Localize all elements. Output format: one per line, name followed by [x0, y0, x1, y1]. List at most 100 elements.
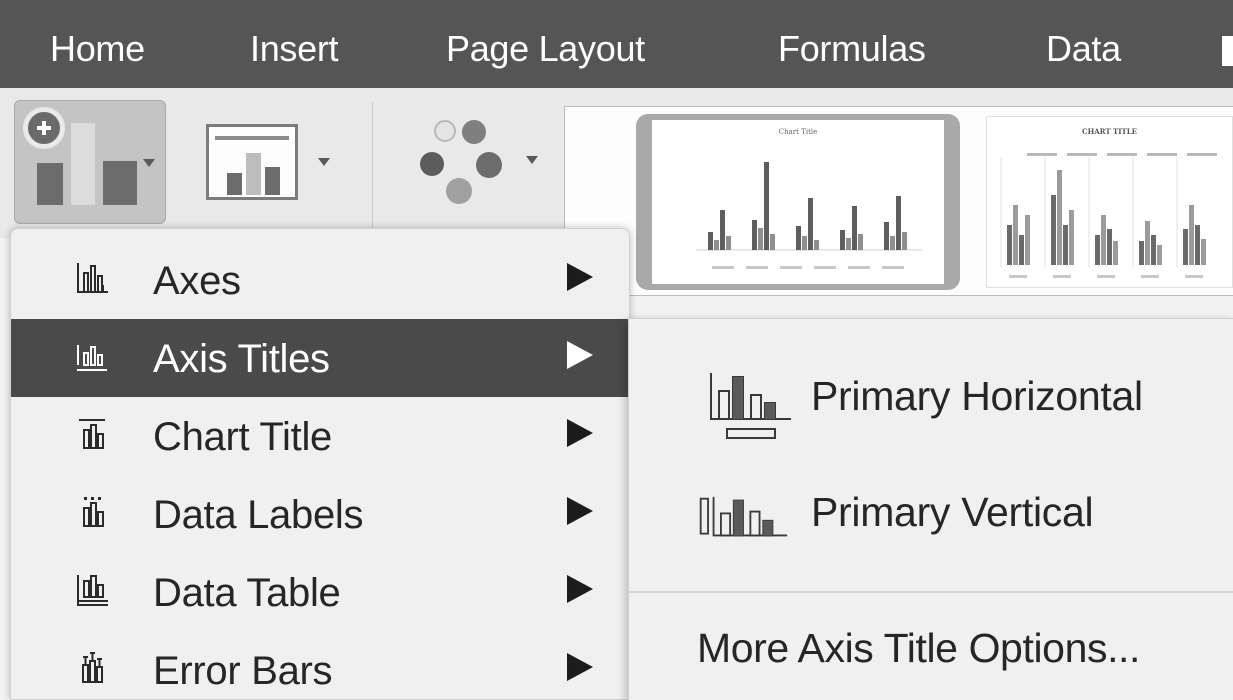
- menu-item-label: Error Bars: [153, 649, 333, 693]
- thumbnail-bar: [1157, 245, 1162, 265]
- thumbnail-bar: [1183, 229, 1188, 265]
- thumbnail-bar: [758, 228, 763, 250]
- tab-home[interactable]: Home: [50, 28, 145, 70]
- change-colors-button[interactable]: [410, 112, 550, 212]
- more-axis-title-options-button[interactable]: More Axis Title Options...: [629, 615, 1233, 685]
- quick-layout-button[interactable]: [206, 124, 298, 200]
- change-colors-icon: [434, 120, 456, 142]
- thumbnail-bar: [708, 232, 713, 250]
- thumbnail-axis-label: [1053, 275, 1071, 278]
- menu-item-label: Data Table: [153, 571, 341, 615]
- thumbnail-bar: [890, 236, 895, 250]
- thumbnail-bar: [1145, 221, 1150, 265]
- thumbnail-bar: [902, 232, 907, 250]
- thumbnail-bar: [796, 226, 801, 250]
- tab-insert[interactable]: Insert: [250, 28, 339, 70]
- thumbnail-axis-label: [1097, 275, 1115, 278]
- thumbnail-bar: [858, 234, 863, 250]
- thumbnail-bar: [846, 238, 851, 250]
- thumbnail-bar: [802, 236, 807, 250]
- tab-next-partial[interactable]: [1222, 36, 1233, 66]
- submenu-arrow-icon: [567, 419, 593, 447]
- submenu-item-label: Primary Vertical: [811, 489, 1094, 535]
- axes-icon: [77, 263, 108, 293]
- menu-item-label: Chart Title: [153, 415, 332, 459]
- submenu-item-primary-horizontal[interactable]: Primary Horizontal: [629, 349, 1233, 449]
- add-chart-element-button[interactable]: [14, 100, 166, 224]
- thumbnail-bar: [1195, 225, 1200, 265]
- thumbnail-bar: [1107, 229, 1112, 265]
- thumbnail-bar: [1101, 215, 1106, 265]
- thumbnail-bar: [714, 240, 719, 250]
- thumbnail-bar: [726, 236, 731, 250]
- submenu-divider: [629, 591, 1233, 593]
- ribbon-divider: [372, 102, 373, 228]
- thumbnail-bar: [1201, 239, 1206, 265]
- thumbnail-axis-label: [1009, 275, 1027, 278]
- menu-item-error-bars[interactable]: Error Bars: [11, 631, 629, 700]
- thumbnail-bar: [1063, 225, 1068, 265]
- thumbnail-bar: [764, 162, 769, 250]
- thumbnail-bar: [1151, 235, 1156, 265]
- tab-data[interactable]: Data: [1046, 28, 1121, 70]
- thumbnail-bar: [1139, 241, 1144, 265]
- axis-titles-submenu: Primary Horizontal Primary Vertical More…: [628, 318, 1233, 700]
- data-table-icon: [77, 575, 108, 606]
- chart-style-thumbnail-preview: [1000, 153, 1217, 278]
- primary-vertical-axis-title-icon: [699, 496, 788, 537]
- submenu-item-label: Primary Horizontal: [811, 373, 1143, 419]
- thumbnail-bar: [1057, 170, 1062, 265]
- chart-style-thumbnail-preview: [696, 162, 922, 269]
- add-chart-element-menu: Axes Axis Titles Chart Title Data Labels: [10, 228, 630, 700]
- thumbnail-bar: [1113, 241, 1118, 265]
- thumbnail-bar: [808, 198, 813, 250]
- submenu-arrow-icon: [567, 653, 593, 681]
- thumbnail-bar: [1189, 205, 1194, 265]
- thumbnail-axis-label: [1185, 275, 1203, 278]
- thumbnail-legend-entry: [848, 266, 870, 269]
- more-axis-title-options-label: More Axis Title Options...: [697, 625, 1141, 671]
- thumbnail-legend-entry: [1107, 153, 1137, 156]
- menu-item-label: Axis Titles: [153, 337, 330, 381]
- menu-item-data-table[interactable]: Data Table: [11, 553, 629, 631]
- thumbnail-legend-entry: [882, 266, 904, 269]
- chart-title-icon: [79, 419, 105, 449]
- plus-icon: [23, 107, 65, 149]
- menu-item-axes[interactable]: Axes: [11, 241, 629, 319]
- thumbnail-bar: [1025, 215, 1030, 265]
- chevron-down-icon: [526, 156, 538, 164]
- thumbnail-legend-entry: [814, 266, 836, 269]
- tab-formulas[interactable]: Formulas: [778, 28, 926, 70]
- tab-page-layout[interactable]: Page Layout: [446, 28, 645, 70]
- chevron-down-icon: [143, 159, 155, 167]
- thumbnail-bar: [1095, 235, 1100, 265]
- chart-style-thumbnail-2[interactable]: CHART TITLE: [986, 116, 1233, 288]
- menu-item-data-labels[interactable]: Data Labels: [11, 475, 629, 553]
- thumbnail-bar: [896, 196, 901, 250]
- ribbon-tab-bar: Home Insert Page Layout Formulas Data: [0, 0, 1233, 88]
- menu-item-chart-title[interactable]: Chart Title: [11, 397, 629, 475]
- primary-horizontal-axis-title-icon: [710, 373, 791, 439]
- chart-style-thumbnail-1[interactable]: Chart Title: [636, 114, 960, 290]
- thumbnail-bar: [720, 210, 725, 250]
- thumbnail-legend-entry: [712, 266, 734, 269]
- thumbnail-bar: [884, 222, 889, 250]
- submenu-item-primary-vertical[interactable]: Primary Vertical: [629, 471, 1233, 567]
- submenu-arrow-icon: [567, 575, 593, 603]
- add-chart-element-icon: [37, 163, 63, 205]
- menu-item-axis-titles[interactable]: Axis Titles: [11, 319, 629, 397]
- thumbnail-legend-entry: [780, 266, 802, 269]
- thumbnail-legend-entry: [1147, 153, 1177, 156]
- thumbnail-legend-entry: [1067, 153, 1097, 156]
- thumbnail-legend-entry: [746, 266, 768, 269]
- quick-layout-chevron-down-icon[interactable]: [318, 158, 330, 166]
- thumbnail-bar: [1013, 205, 1018, 265]
- thumbnail-bar: [1051, 195, 1056, 265]
- thumbnail-bar: [752, 220, 757, 250]
- thumbnail-axis-label: [1141, 275, 1159, 278]
- thumbnail-bar: [1007, 225, 1012, 265]
- submenu-arrow-icon: [567, 263, 593, 291]
- thumbnail-legend-entry: [1187, 153, 1217, 156]
- thumbnail-bar: [770, 234, 775, 250]
- thumbnail-bar: [814, 240, 819, 250]
